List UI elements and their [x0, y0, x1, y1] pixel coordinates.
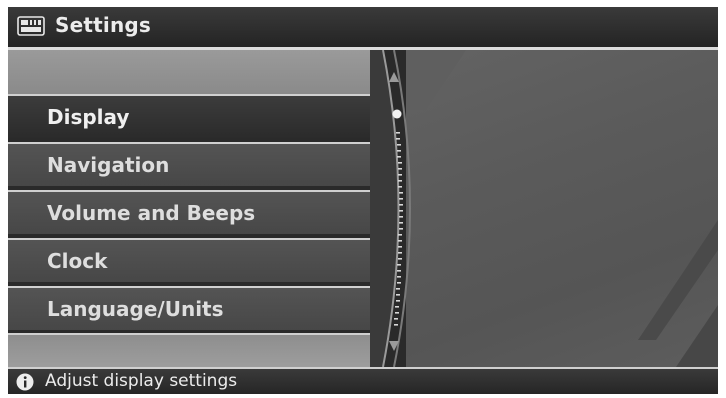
- menu-item-label: Display: [47, 105, 130, 129]
- menu-item-label: Navigation: [47, 153, 170, 177]
- display-preview-panel: [406, 50, 718, 367]
- menu-item-display[interactable]: Display: [8, 94, 383, 138]
- page-title: Settings: [55, 13, 152, 37]
- settings-screen-icon: [17, 16, 45, 36]
- menu-item-label: Volume and Beeps: [47, 201, 256, 225]
- menu-item-label: Clock: [47, 249, 108, 273]
- menu-item-label: Language/Units: [47, 297, 224, 321]
- menu-item-volume-and-beeps[interactable]: Volume and Beeps: [8, 190, 383, 234]
- menu-empty-slot-bottom: [8, 333, 383, 367]
- menu-empty-slot-top: [8, 50, 383, 94]
- settings-menu: Display Navigation Volume and Beeps Cloc…: [8, 50, 383, 367]
- status-bar: Adjust display settings: [8, 369, 718, 394]
- status-message: Adjust display settings: [45, 371, 238, 391]
- scroll-position-indicator: [392, 109, 402, 119]
- settings-screen: Settings Display Navigation Volume and B…: [8, 7, 718, 394]
- menu-item-language-units[interactable]: Language/Units: [8, 286, 383, 330]
- info-icon: [16, 373, 34, 391]
- menu-item-clock[interactable]: Clock: [8, 238, 383, 282]
- preview-background-graphic: [406, 50, 718, 367]
- menu-item-navigation[interactable]: Navigation: [8, 142, 383, 186]
- header-bar: Settings: [8, 7, 718, 47]
- scrollbar[interactable]: [370, 50, 418, 367]
